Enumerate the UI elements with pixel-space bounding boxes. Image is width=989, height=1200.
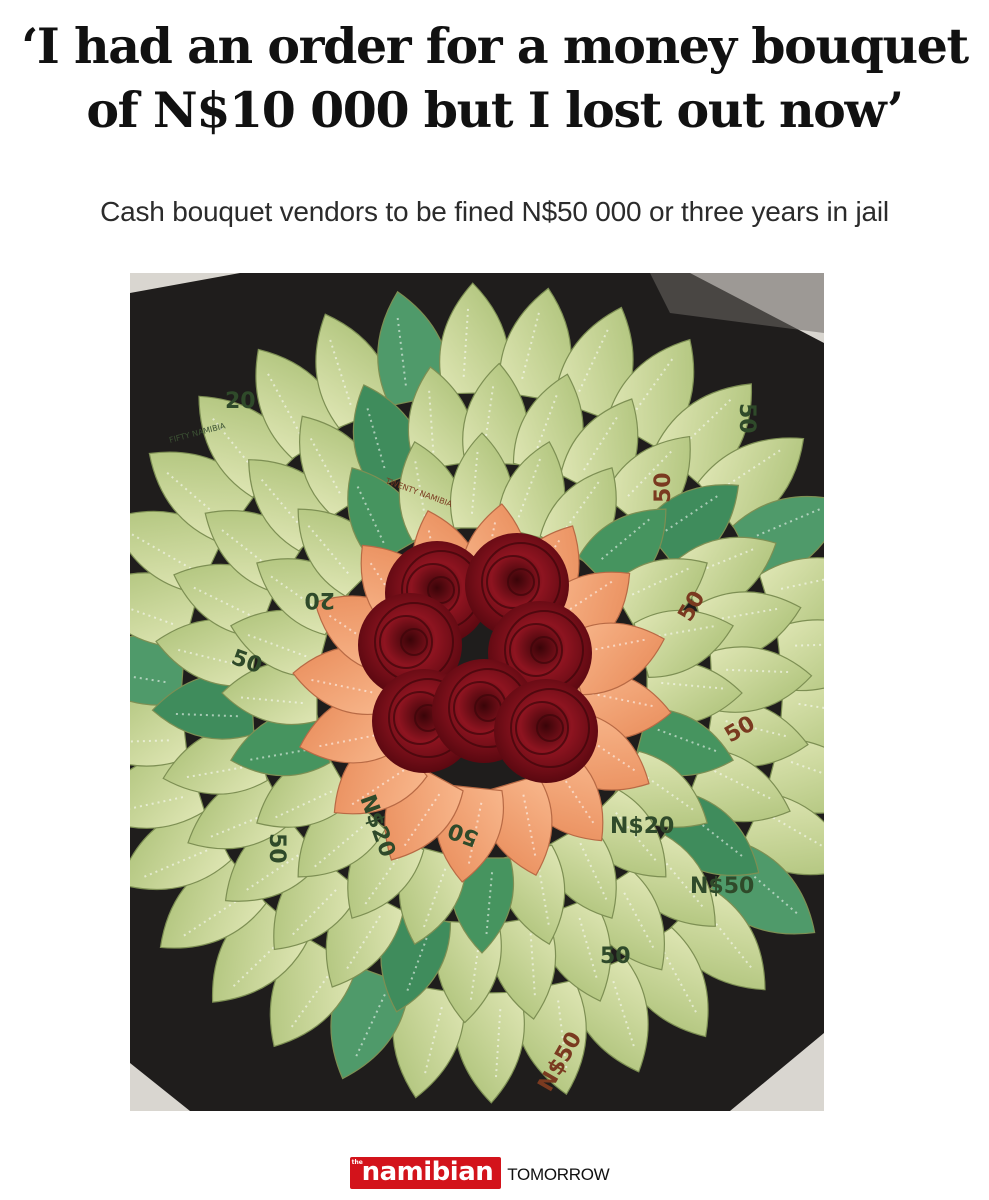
- namibian-logo[interactable]: the namibian TOMORROW: [349, 1157, 610, 1189]
- note-denomination-label: 50: [734, 403, 759, 434]
- note-denomination-label: 50: [651, 472, 676, 503]
- note-denomination-label: 50: [600, 944, 631, 969]
- headline: ‘I had an order for a money bouquet of N…: [0, 14, 989, 142]
- logo-the: the: [351, 1159, 363, 1166]
- note-denomination-label: N$50: [690, 874, 754, 899]
- bouquet-illustration: 20N$5050505050N$2050N$5050N$20502050FIFT…: [130, 273, 824, 1111]
- logo-text: namibian: [361, 1157, 494, 1187]
- note-denomination-label: 20: [225, 389, 256, 414]
- headline-line-2: of N$10 000 but I lost out now’: [86, 81, 904, 139]
- note-denomination-label: N$20: [610, 814, 674, 839]
- note-denomination-label: 20: [304, 587, 335, 612]
- footer: the namibian TOMORROW: [0, 1150, 989, 1196]
- subheadline: Cash bouquet vendors to be fined N$50 00…: [100, 196, 889, 227]
- money-bouquet-photo: 20 N$50 50 50 50 50 N$20 50 N$50 50 N$20 50 20 50 FIFT…: [130, 273, 824, 1111]
- headline-line-1: ‘I had an order for a money bouquet: [21, 17, 969, 75]
- note-denomination-label: 50: [264, 833, 289, 864]
- logo-wordmark: the namibian: [349, 1157, 502, 1189]
- edition-label: TOMORROW: [507, 1165, 610, 1184]
